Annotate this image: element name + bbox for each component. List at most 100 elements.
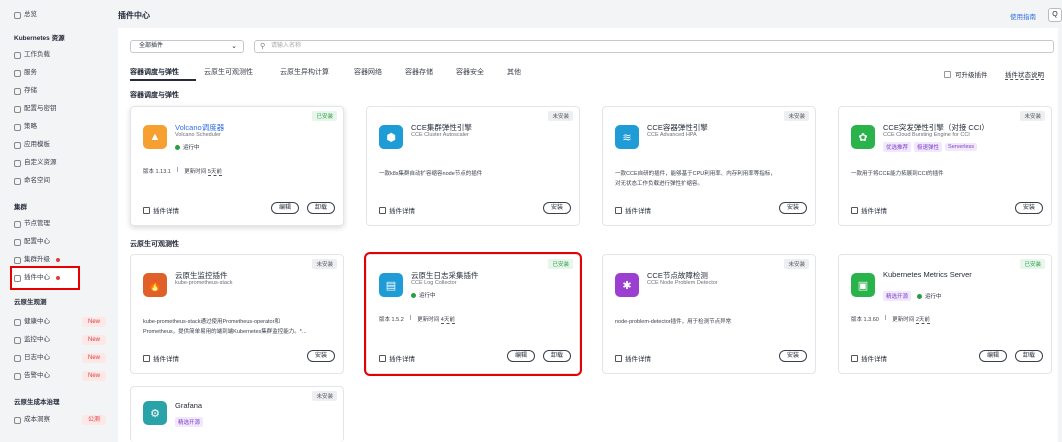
tab-hetero[interactable]: 云原生异构计算 — [280, 67, 329, 77]
help-link[interactable]: 使用指南 — [1010, 11, 1036, 21]
sidebar-item-overview[interactable]: 总览 — [14, 8, 37, 22]
tab-security[interactable]: 容器安全 — [456, 67, 484, 77]
sidebar-item-storage[interactable]: 存储 — [14, 84, 37, 98]
plugin-panel: 全部插件 ⌄ ⚲ 请输入名称 容器调度与弹性 云原生可观测性 云原生异构计算 容器网… — [118, 28, 1058, 442]
plugin-card-metrics-server[interactable]: 已安装 ▣ Kubernetes Metrics Server 精选开源 运行中 … — [838, 254, 1052, 374]
plugin-detail-link[interactable]: 插件详情 — [143, 205, 179, 215]
sidebar-item-template[interactable]: 应用模板 — [14, 138, 50, 152]
status-dot-icon — [411, 292, 416, 298]
sidebar-item-plugin-center[interactable]: 插件中心 — [10, 266, 80, 290]
status-badge: 已安装 — [548, 259, 573, 269]
plugin-card-bursting[interactable]: 未安装 ✿ CCE突发弹性引擎（对接 CCI） CCE Cloud Bursti… — [838, 106, 1052, 226]
sidebar-group-observ: 云原生观测 — [14, 299, 47, 306]
key-icon — [14, 105, 21, 113]
shield-icon — [14, 123, 21, 131]
status-badge: 未安装 — [1020, 111, 1045, 121]
plugin-card-grafana[interactable]: 未安装 ⚙ Grafana 精选开源 — [130, 386, 344, 442]
plugin-description: 一款k8s集群自动扩容缩容node节点的插件 — [379, 171, 483, 177]
plugin-subtitle: CCE Advanced HPA — [647, 132, 697, 138]
plugin-card-npd[interactable]: 未安装 ✱ CCE节点故障检测 CCE Node Problem Detecto… — [602, 254, 816, 374]
plugin-detail-link[interactable]: 插件详情 — [379, 205, 415, 215]
tag-group: 优选推荐 极速弹性 Serverless — [883, 142, 978, 152]
sidebar-item-cost[interactable]: 成本洞察 公测 — [14, 413, 106, 427]
plugin-meta: 版本 1.5.2 | 更新时间 4天前 — [379, 315, 455, 324]
status-badge: 未安装 — [784, 259, 809, 269]
upgrade-icon — [14, 256, 21, 264]
globe-icon — [14, 69, 21, 77]
sidebar-item-config-center[interactable]: 配置中心 — [14, 235, 50, 249]
plugin-card-autoscaler[interactable]: 未安装 ⬢ CCE集群弹性引擎 CCE Cluster Autoscaler 一… — [366, 106, 580, 226]
autoscaler-logo-icon: ⬢ — [379, 125, 403, 149]
install-button[interactable]: 安装 — [307, 350, 336, 362]
node-icon — [14, 220, 21, 228]
tab-observ[interactable]: 云原生可观测性 — [204, 67, 253, 77]
plugin-card-hpa[interactable]: 未安装 ≋ CCE容器弹性引擎 CCE Advanced HPA 一款CCE自研… — [602, 106, 816, 226]
sidebar-item-workload[interactable]: 工作负载 — [14, 48, 50, 62]
dashboard-icon — [14, 11, 21, 19]
edit-button[interactable]: 编辑 — [507, 350, 536, 362]
sidebar-item-config[interactable]: 配置与密钥 — [14, 102, 57, 116]
status-desc-link[interactable]: 插件状态说明 — [1005, 69, 1044, 80]
tab-other[interactable]: 其他 — [507, 67, 521, 77]
sidebar-item-log[interactable]: 日志中心 New — [14, 351, 106, 365]
grafana-logo-icon: ⚙ — [143, 401, 167, 425]
detail-icon — [615, 354, 622, 362]
sidebar-item-policy[interactable]: 策略 — [14, 120, 37, 134]
storage-icon — [14, 87, 21, 95]
sidebar-item-alarm[interactable]: 告警中心 New — [14, 369, 106, 383]
plugin-filter-select[interactable]: 全部插件 ⌄ — [130, 40, 244, 53]
sidebar-item-custom[interactable]: 自定义资源 — [14, 156, 57, 170]
plugin-name[interactable]: Kubernetes Metrics Server — [883, 270, 972, 279]
status-badge: 未安装 — [312, 259, 337, 269]
install-button[interactable]: 安装 — [543, 202, 572, 214]
plugin-meta: 版本 1.13.1 | 更新时间 5天前 — [143, 167, 222, 176]
plugin-card-volcano[interactable]: 已安装 ▲ Volcano调度器 Volcano Scheduler 运行中 版… — [130, 106, 344, 226]
tag: 极速弹性 — [914, 142, 943, 152]
detail-icon — [379, 354, 386, 362]
sidebar-item-node[interactable]: 节点管理 — [14, 217, 50, 231]
plugin-detail-link[interactable]: 插件详情 — [615, 205, 651, 215]
sidebar-item-namespace[interactable]: 命名空间 — [14, 174, 50, 188]
plugin-detail-link[interactable]: 插件详情 — [143, 353, 179, 363]
config-icon — [14, 238, 21, 246]
tab-sched[interactable]: 容器调度与弹性 — [130, 67, 179, 77]
plugin-icon — [14, 274, 21, 282]
tab-network[interactable]: 容器网络 — [354, 67, 382, 77]
detail-icon — [615, 206, 622, 214]
install-button[interactable]: 安装 — [1015, 202, 1044, 214]
sidebar-item-health[interactable]: 健康中心 New — [14, 315, 106, 329]
sidebar-group-cost: 云原生成本治理 — [14, 399, 60, 406]
status-badge: 未安装 — [548, 111, 573, 121]
plugin-detail-link[interactable]: 插件详情 — [851, 205, 887, 215]
status-badge: 已安装 — [1020, 259, 1045, 269]
bursting-logo-icon: ✿ — [851, 125, 875, 149]
namespace-icon — [14, 177, 21, 185]
tab-storage[interactable]: 容器存储 — [405, 67, 433, 77]
plugin-card-log-collector[interactable]: 已安装 ▤ 云原生日志采集插件 CCE Log Collector 运行中 版本… — [364, 252, 582, 376]
search-button[interactable]: Q — [1048, 8, 1062, 22]
sidebar-item-upgrade[interactable]: 集群升级 — [14, 253, 60, 267]
status-dot-icon — [175, 144, 180, 150]
plugin-detail-link[interactable]: 插件详情 — [379, 353, 415, 363]
install-button[interactable]: 安装 — [779, 350, 808, 362]
main: 插件中心 使用指南 Q 全部插件 ⌄ ⚲ 请输入名称 容器调度与弹性 云原生可观测性… — [110, 0, 1062, 442]
sidebar-item-monitor[interactable]: 监控中心 New — [14, 333, 106, 347]
plugin-card-prometheus[interactable]: 未安装 🔥 云原生监控插件 kube-prometheus-stack kube… — [130, 254, 344, 374]
plugin-subtitle: CCE Node Problem Detector — [647, 280, 718, 286]
search-input[interactable]: ⚲ 请输入名称 — [254, 40, 1054, 53]
sidebar: 总览 Kubernetes 资源 工作负载 服务 存储 配置与密钥 策略 应用模… — [0, 0, 110, 442]
cost-icon — [14, 416, 21, 424]
uninstall-button[interactable]: 卸载 — [307, 202, 336, 214]
plugin-detail-link[interactable]: 插件详情 — [615, 353, 651, 363]
upgradable-checkbox[interactable]: 可升级插件 — [944, 69, 988, 79]
plugin-name[interactable]: Grafana — [175, 401, 202, 410]
sidebar-group-cluster: 集群 — [14, 204, 27, 211]
edit-button[interactable]: 编辑 — [271, 202, 300, 214]
edit-button[interactable]: 编辑 — [979, 350, 1008, 362]
plugin-detail-link[interactable]: 插件详情 — [851, 353, 887, 363]
uninstall-button[interactable]: 卸载 — [543, 350, 572, 362]
uninstall-button[interactable]: 卸载 — [1015, 350, 1044, 362]
plugin-subtitle: CCE Cluster Autoscaler — [411, 132, 469, 138]
sidebar-item-service[interactable]: 服务 — [14, 66, 37, 80]
install-button[interactable]: 安装 — [779, 202, 808, 214]
